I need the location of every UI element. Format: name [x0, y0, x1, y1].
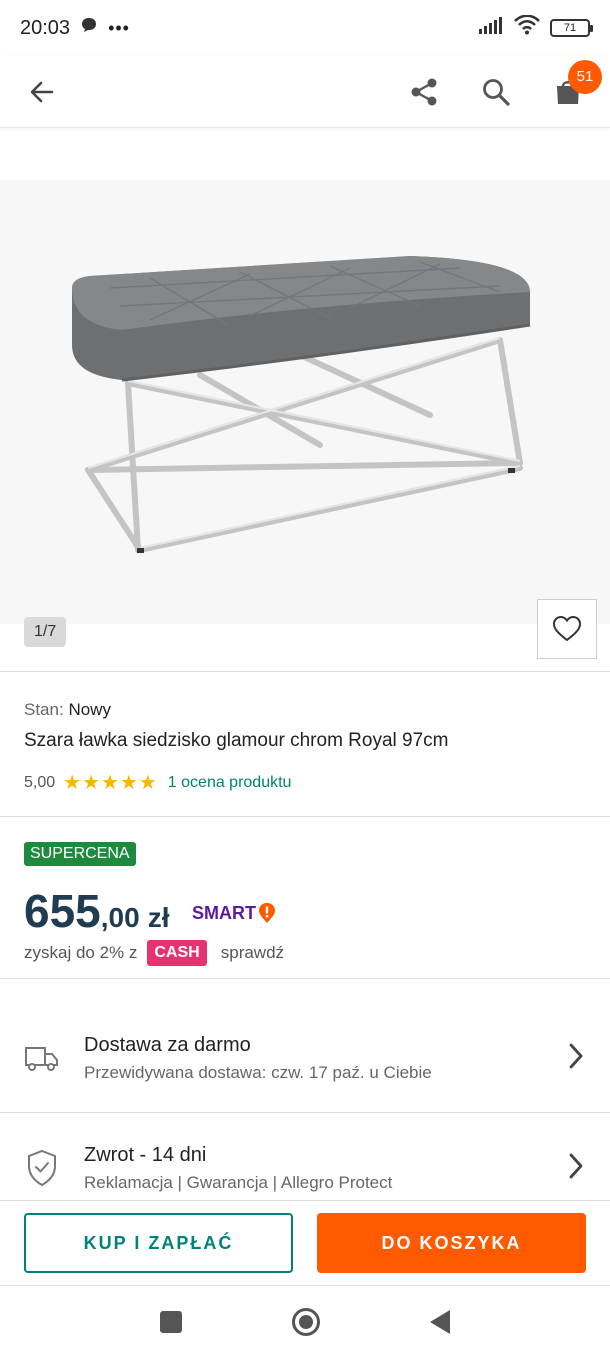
- supercena-badge: SUPERCENA: [24, 842, 136, 866]
- battery-level: 71: [563, 22, 577, 34]
- product-rating: 5,00 ★★★★★ 1 ocena produktu: [24, 770, 291, 795]
- buy-now-button[interactable]: KUP I ZAPŁAĆ: [24, 1213, 293, 1273]
- heart-icon: [552, 615, 582, 642]
- share-button[interactable]: [406, 74, 442, 110]
- product-condition: Stan: Nowy: [24, 700, 111, 720]
- cash-badge: CASH: [147, 940, 207, 966]
- shield-check-icon: [24, 1149, 60, 1187]
- search-button[interactable]: [478, 74, 514, 110]
- wifi-icon: [514, 14, 540, 41]
- message-icon: [80, 16, 98, 40]
- truck-icon: [24, 1043, 60, 1073]
- delivery-row[interactable]: Dostawa za darmo Przewidywana dostawa: c…: [0, 1003, 610, 1113]
- price-whole: 655: [24, 885, 101, 937]
- back-arrow-icon: [30, 81, 54, 102]
- price-currency: zł: [147, 902, 170, 933]
- delivery-title: Dostawa za darmo: [84, 1033, 251, 1056]
- delivery-subtitle: Przewidywana dostawa: czw. 17 paź. u Cie…: [84, 1062, 432, 1082]
- add-to-cart-button[interactable]: DO KOSZYKA: [317, 1213, 586, 1273]
- price-decimal: ,00: [100, 902, 140, 933]
- recent-apps-icon[interactable]: [160, 1310, 182, 1333]
- product-image-gallery[interactable]: [0, 180, 610, 624]
- cashback-info: zyskaj do 2% z CASH sprawdź: [24, 940, 284, 966]
- cart-count-badge: 51: [568, 59, 602, 94]
- divider: [0, 816, 610, 817]
- system-nav-bar: [0, 1287, 610, 1356]
- share-icon: [411, 78, 437, 105]
- smart-logo-icon: [259, 903, 275, 923]
- condition-label: Stan:: [24, 700, 64, 719]
- favorite-button[interactable]: [537, 599, 597, 659]
- ratings-link[interactable]: 1 ocena produktu: [168, 774, 292, 792]
- returns-title: Zwrot - 14 dni: [84, 1143, 207, 1166]
- status-bar: 20:03 ••• 71: [0, 0, 610, 56]
- rating-stars: ★★★★★: [63, 772, 158, 794]
- home-icon[interactable]: [292, 1307, 320, 1336]
- product-image: [72, 256, 531, 553]
- back-triangle-icon[interactable]: [430, 1309, 450, 1334]
- smart-badge: SMART: [192, 902, 276, 924]
- image-counter: 1/7: [24, 617, 67, 647]
- divider: [0, 978, 610, 979]
- more-dots-icon: •••: [108, 17, 130, 38]
- app-bar: 51: [0, 56, 610, 128]
- rating-value: 5,00: [24, 773, 56, 791]
- price: 655 ,00 zł: [24, 884, 169, 938]
- cart-button[interactable]: 51: [550, 59, 602, 110]
- divider: [0, 671, 610, 672]
- status-time: 20:03: [20, 16, 71, 39]
- condition-value: Nowy: [68, 700, 111, 719]
- back-button[interactable]: [24, 74, 60, 110]
- purchase-actions: KUP I ZAPŁAĆ DO KOSZYKA: [0, 1200, 610, 1286]
- cashback-check-link[interactable]: sprawdź: [221, 943, 284, 963]
- product-title: Szara ławka siedzisko glamour chrom Roya…: [24, 730, 449, 751]
- chevron-right-icon: [566, 1041, 586, 1076]
- signal-icon: [478, 16, 504, 40]
- returns-subtitle: Reklamacja | Gwarancja | Allegro Protect: [84, 1172, 393, 1192]
- chevron-right-icon: [566, 1151, 586, 1186]
- search-icon: [483, 78, 510, 106]
- smart-label: SMART: [192, 902, 256, 923]
- cashback-prefix: zyskaj do 2% z: [24, 943, 138, 962]
- battery-icon: 71: [550, 19, 593, 37]
